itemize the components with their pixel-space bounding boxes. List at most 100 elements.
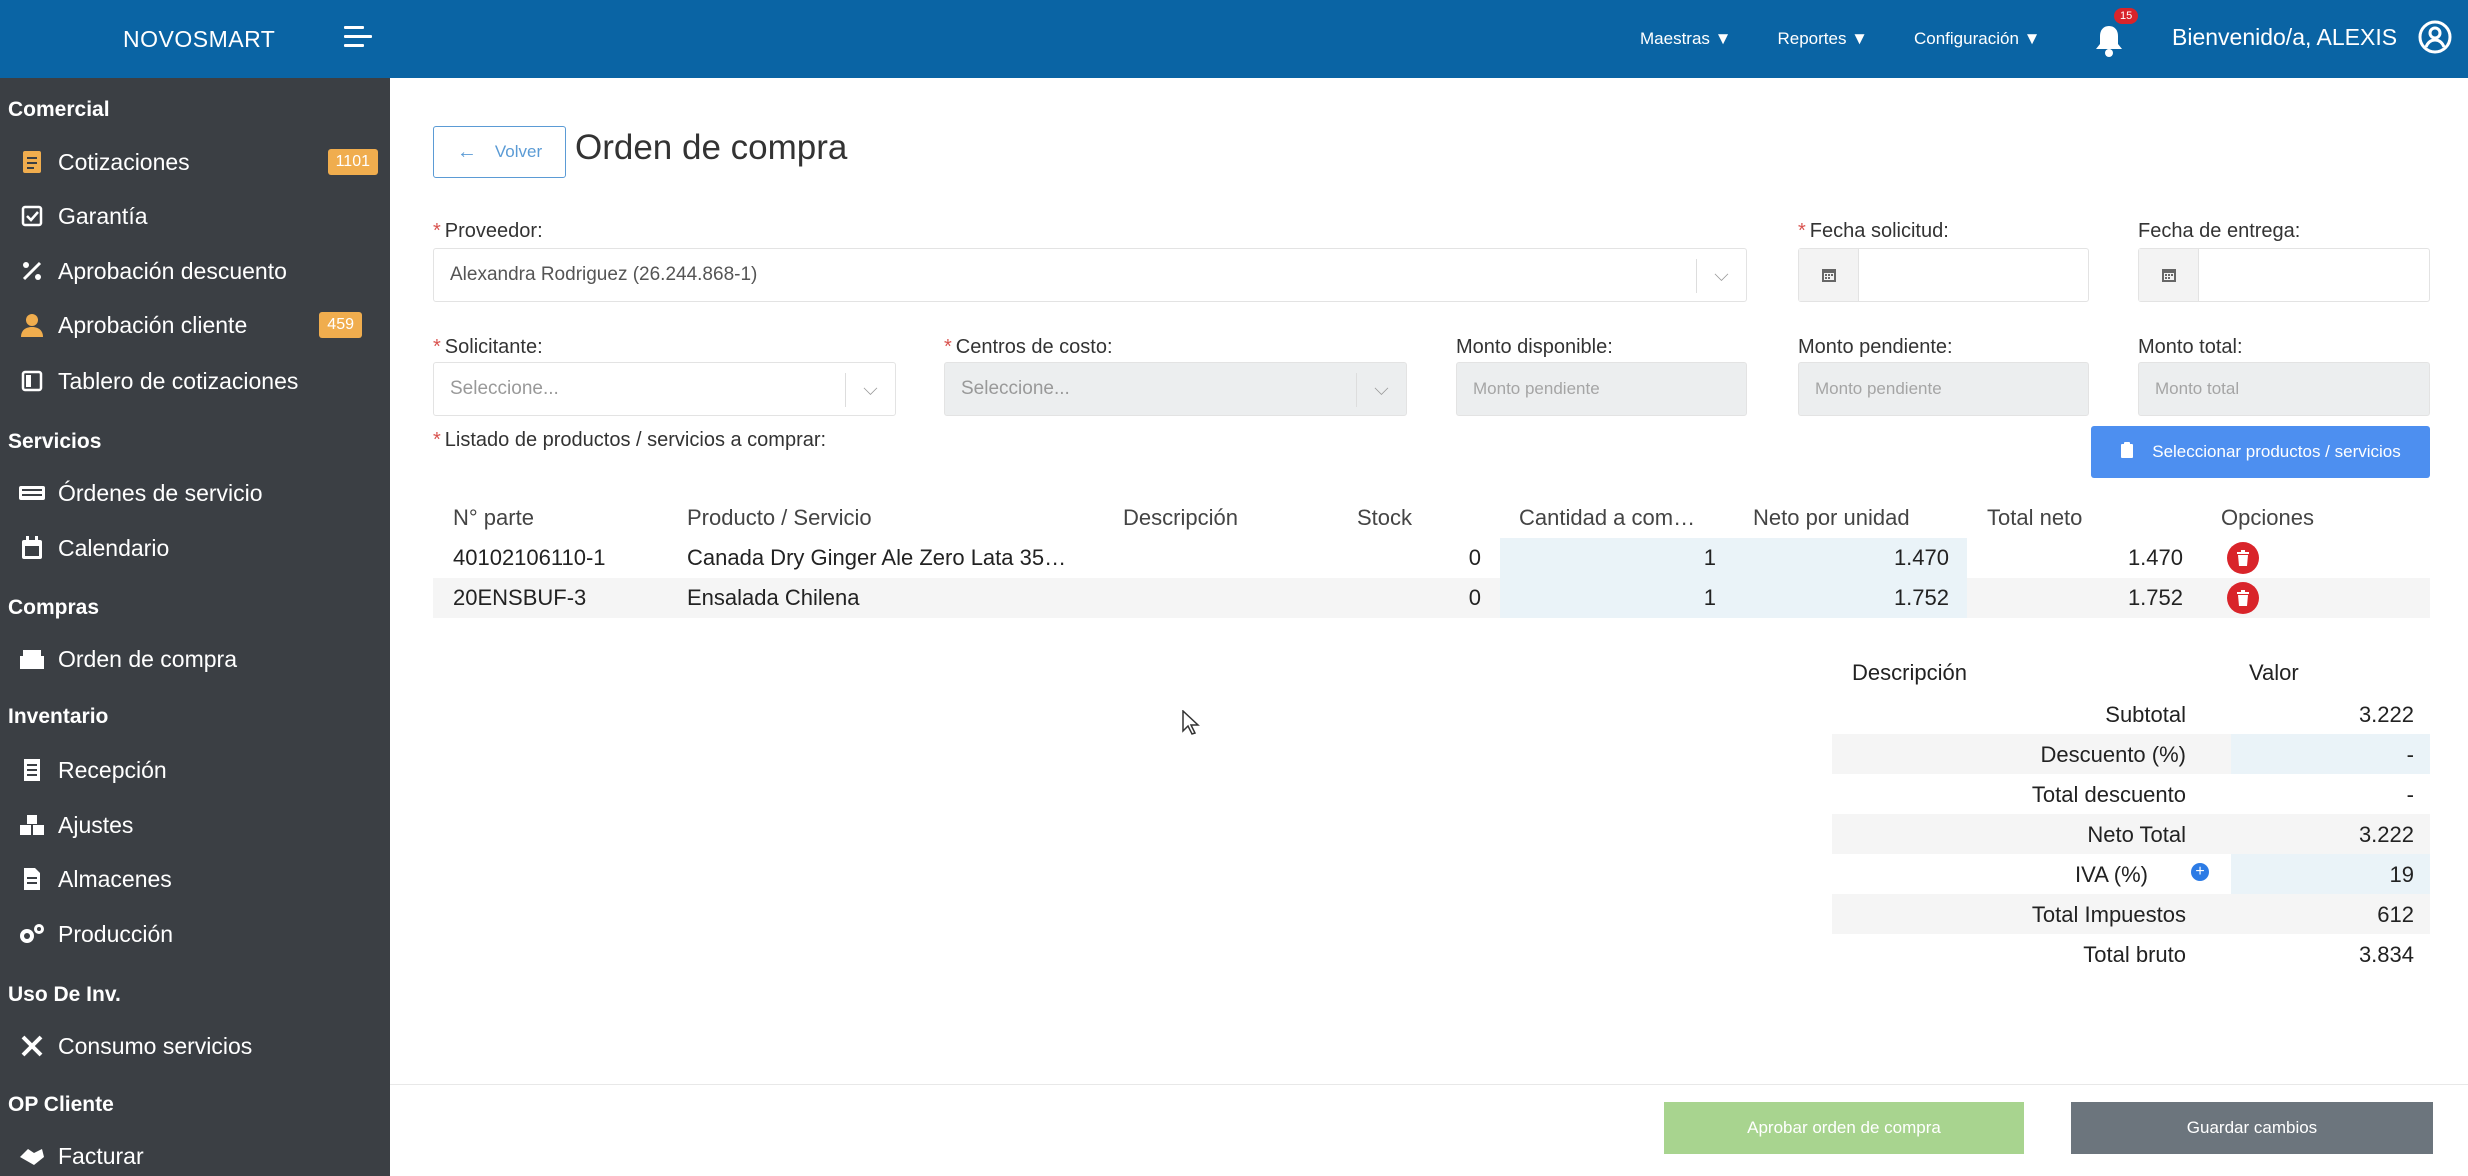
solicitante-label: * Solicitante:	[433, 336, 543, 358]
col-header-cantidad[interactable]: Cantidad a com…	[1519, 498, 1709, 538]
sidebar-item-almacenes[interactable]: Almacenes	[18, 859, 378, 899]
sidebar-item-aprobacion-descuento[interactable]: Aprobación descuento	[18, 251, 378, 291]
totals-label: Neto Total	[2087, 822, 2186, 847]
descuento-input-area[interactable]	[2231, 734, 2430, 774]
totals-label: Total descuento	[2031, 782, 2186, 807]
fecha-solicitud-label: * Fecha solicitud:	[1798, 220, 1949, 242]
sidebar-item-label: Recepción	[58, 756, 167, 783]
fecha-solicitud-input[interactable]	[1798, 248, 2089, 302]
proveedor-select[interactable]: Alexandra Rodriguez (26.244.868-1) ⌵	[433, 248, 1747, 302]
totals-row-total-descuento: Total descuento -	[1832, 774, 2430, 814]
calendar-icon[interactable]	[2139, 249, 2199, 301]
cell-neto-unidad-input[interactable]: 1.752	[1734, 578, 1967, 618]
brand-logo[interactable]: NOVOSMART	[123, 26, 275, 53]
sidebar-item-label: Facturar	[58, 1142, 144, 1169]
brand-area: NOVOSMART	[0, 0, 390, 78]
approve-order-button[interactable]: Aprobar orden de compra	[1664, 1102, 2024, 1154]
trash-icon[interactable]	[2227, 582, 2259, 614]
totals-row-subtotal: Subtotal 3.222	[1832, 694, 2430, 734]
table-header-row: N° parte Producto / Servicio Descripción…	[433, 498, 2430, 538]
sidebar-item-label: Órdenes de servicio	[58, 479, 263, 506]
nav-configuracion[interactable]: Configuración ▼	[1914, 29, 2040, 49]
sidebar-item-calendario[interactable]: Calendario	[18, 528, 378, 568]
board-icon	[18, 367, 46, 395]
receipt-icon	[18, 756, 46, 784]
cell-cantidad-input[interactable]: 1	[1500, 578, 1734, 618]
keyboard-icon	[18, 479, 46, 507]
totals-value[interactable]: -	[2407, 742, 2414, 768]
col-header-stock[interactable]: Stock	[1357, 498, 1412, 538]
aprobacion-cliente-count-badge: 459	[319, 312, 362, 338]
sidebar-item-facturar[interactable]: Facturar	[18, 1136, 378, 1176]
monto-total-input: Monto total	[2138, 362, 2430, 416]
nav-maestras[interactable]: Maestras ▼	[1640, 29, 1731, 49]
cell-cantidad-input[interactable]: 1	[1500, 538, 1734, 578]
solicitante-placeholder: Seleccione...	[450, 378, 559, 399]
boxes-icon	[18, 645, 46, 673]
cotizaciones-count-badge: 1101	[327, 149, 378, 175]
totals-header-val: Valor	[2249, 660, 2299, 685]
sidebar: Comercial Cotizaciones 1101 Garantía Apr…	[0, 78, 390, 1176]
table-row: 20ENSBUF-3 Ensalada Chilena 0 1 1.752 1.…	[433, 578, 2430, 618]
sidebar-item-recepcion[interactable]: Recepción	[18, 750, 378, 790]
back-button[interactable]: ← Volver	[433, 126, 566, 178]
sidebar-item-aprobacion-cliente[interactable]: Aprobación cliente 459	[18, 305, 378, 345]
sidebar-item-cotizaciones[interactable]: Cotizaciones 1101	[18, 142, 378, 182]
back-button-label: Volver	[494, 142, 543, 161]
monto-pendiente-placeholder: Monto pendiente	[1815, 379, 1942, 398]
handshake-icon	[18, 1142, 46, 1170]
col-header-neto-unidad[interactable]: Neto por unidad	[1753, 498, 1910, 538]
col-header-producto[interactable]: Producto / Servicio	[687, 498, 872, 538]
col-header-parte[interactable]: N° parte	[453, 498, 534, 538]
col-header-total-neto[interactable]: Total neto	[1987, 498, 2082, 538]
notification-count-badge: 15	[2114, 8, 2139, 24]
monto-disponible-label: Monto disponible:	[1456, 336, 1613, 358]
sidebar-item-label: Orden de compra	[58, 645, 237, 672]
cell-stock: 0	[1468, 545, 1481, 570]
totals-value: -	[2406, 782, 2414, 807]
fecha-entrega-input[interactable]	[2138, 248, 2430, 302]
sidebar-item-label: Aprobación cliente	[58, 311, 248, 338]
sidebar-item-tablero-cotizaciones[interactable]: Tablero de cotizaciones	[18, 361, 378, 401]
sidebar-item-produccion[interactable]: Producción	[18, 914, 378, 954]
clipboard-icon	[2120, 441, 2134, 464]
totals-value[interactable]: 19	[2390, 862, 2414, 888]
totals-row-iva: IVA (%) + 19	[1832, 854, 2430, 894]
monto-total-placeholder: Monto total	[2155, 379, 2240, 398]
totals-value: 3.222	[2358, 702, 2414, 727]
sidebar-item-garantia[interactable]: Garantía	[18, 196, 378, 236]
monto-pendiente-input: Monto pendiente	[1798, 362, 2089, 416]
monto-pendiente-label: Monto pendiente:	[1798, 336, 1953, 358]
totals-label: Total bruto	[2083, 942, 2186, 967]
arrow-left-icon: ←	[456, 140, 477, 163]
centros-costo-select[interactable]: Seleccione... ⌵	[944, 362, 1407, 416]
totals-header-desc: Descripción	[1852, 660, 1967, 685]
notifications-bell-icon[interactable]: 15	[2094, 8, 2139, 58]
user-profile-icon[interactable]	[2418, 20, 2452, 54]
plus-circle-icon[interactable]: +	[2191, 863, 2209, 881]
nav-reportes[interactable]: Reportes ▼	[1777, 29, 1868, 49]
calendar-icon[interactable]	[1799, 249, 1859, 301]
cell-total-neto: 1.752	[2127, 585, 2183, 610]
chevron-down-icon[interactable]: ⌵	[845, 373, 895, 407]
solicitante-select[interactable]: Seleccione... ⌵	[433, 362, 896, 416]
totals-row-total-impuestos: Total Impuestos 612	[1832, 894, 2430, 934]
monto-disponible-input: Monto pendiente	[1456, 362, 1747, 416]
chevron-down-icon[interactable]: ⌵	[1356, 373, 1406, 407]
save-changes-button[interactable]: Guardar cambios	[2071, 1102, 2433, 1154]
col-header-descripcion[interactable]: Descripción	[1123, 498, 1238, 538]
trash-icon[interactable]	[2227, 542, 2259, 574]
hamburger-menu-icon[interactable]	[344, 26, 372, 50]
tools-icon	[18, 1032, 46, 1060]
cell-parte: 40102106110-1	[453, 545, 606, 570]
sidebar-item-label: Aprobación descuento	[58, 257, 287, 284]
cell-neto-unidad-input[interactable]: 1.470	[1734, 538, 1967, 578]
chevron-down-icon[interactable]: ⌵	[1696, 259, 1746, 293]
sidebar-item-ajustes[interactable]: Ajustes	[18, 805, 378, 845]
sidebar-item-consumo-servicios[interactable]: Consumo servicios	[18, 1026, 378, 1066]
col-header-opciones: Opciones	[2221, 505, 2314, 530]
select-products-button[interactable]: Seleccionar productos / servicios	[2091, 426, 2430, 478]
welcome-text[interactable]: Bienvenido/a, ALEXIS	[2172, 24, 2397, 51]
sidebar-item-ordenes-servicio[interactable]: Órdenes de servicio	[18, 473, 378, 513]
sidebar-item-orden-compra[interactable]: Orden de compra	[18, 639, 378, 679]
